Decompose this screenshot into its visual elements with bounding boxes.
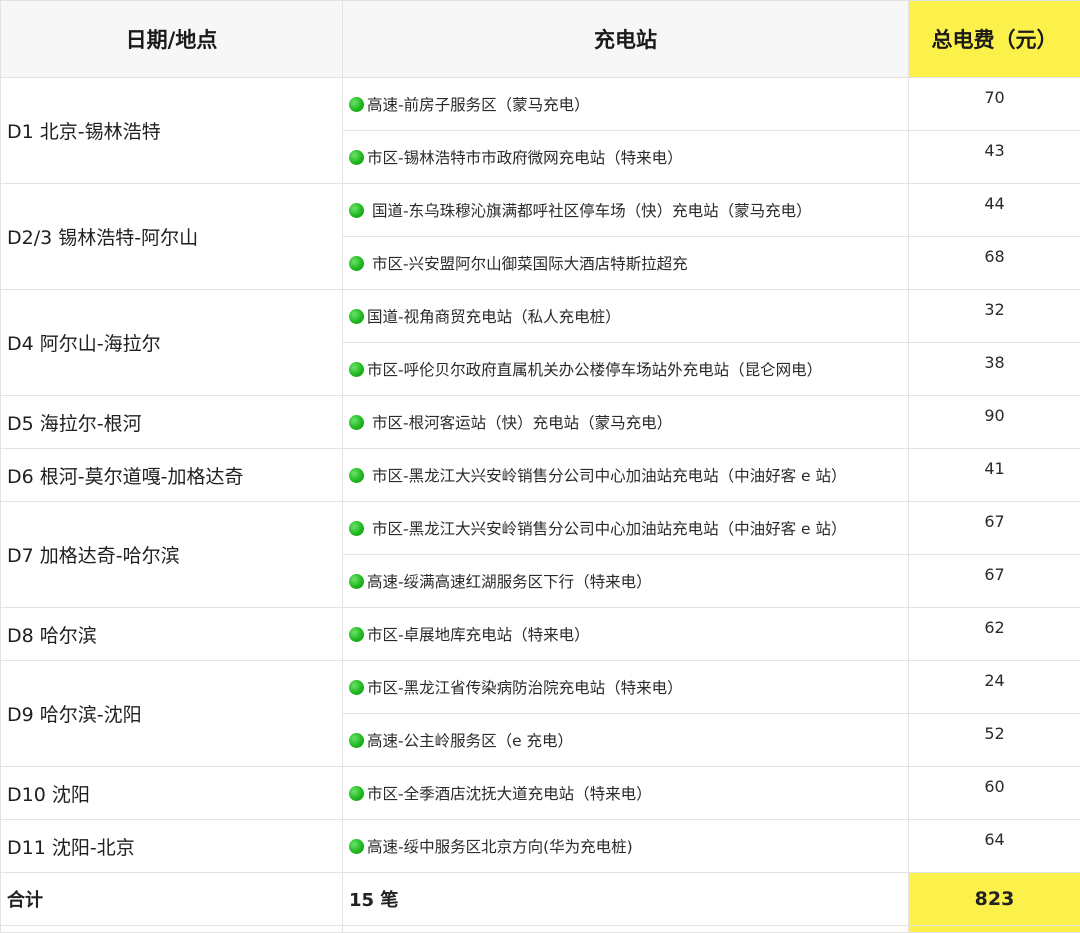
station-name: 市区-黑龙江大兴安岭销售分公司中心加油站充电站（中油好客 e 站） (372, 467, 847, 485)
station-name: 市区-黑龙江大兴安岭销售分公司中心加油站充电站（中油好客 e 站） (372, 520, 847, 538)
fee-cell: 68 (909, 237, 1080, 290)
charging-cost-table: 日期/地点 充电站 总电费（元） D1 北京-锡林浩特 高速-前房子服务区（蒙马充… (0, 0, 1080, 933)
station-cell: 高速-前房子服务区（蒙马充电） (343, 78, 909, 131)
green-circle-icon (349, 680, 364, 695)
green-circle-icon (349, 97, 364, 112)
station-cell: 市区-兴安盟阿尔山御菜国际大酒店特斯拉超充 (343, 237, 909, 290)
station-name: 市区-全季酒店沈抚大道充电站（特来电） (367, 785, 652, 803)
table-row: D6 根河-莫尔道嘎-加格达奇 市区-黑龙江大兴安岭销售分公司中心加油站充电站（中… (1, 449, 1080, 502)
green-circle-icon (349, 309, 364, 324)
fee-cell: 60 (909, 767, 1080, 820)
header-row: 日期/地点 充电站 总电费（元） (1, 1, 1080, 78)
table-row: D10 沈阳 市区-全季酒店沈抚大道充电站（特来电） 60 (1, 767, 1080, 820)
trailing-cell (343, 926, 909, 933)
day-route-cell: D7 加格达奇-哈尔滨 (1, 502, 343, 608)
table-body: D1 北京-锡林浩特 高速-前房子服务区（蒙马充电） 70 市区-锡林浩特市市政府微网… (1, 78, 1080, 873)
total-label: 合计 (1, 873, 343, 926)
fee-cell: 52 (909, 714, 1080, 767)
station-name: 市区-根河客运站（快）充电站（蒙马充电） (372, 414, 672, 432)
station-cell: 市区-黑龙江大兴安岭销售分公司中心加油站充电站（中油好客 e 站） (343, 449, 909, 502)
fee-cell: 41 (909, 449, 1080, 502)
table-row: D8 哈尔滨 市区-卓展地库充电站（特来电） 62 (1, 608, 1080, 661)
station-cell: 高速-绥满高速红湖服务区下行（特来电） (343, 555, 909, 608)
day-route-cell: D6 根河-莫尔道嘎-加格达奇 (1, 449, 343, 502)
green-circle-icon (349, 203, 364, 218)
green-circle-icon (349, 150, 364, 165)
table-row: D5 海拉尔-根河 市区-根河客运站（快）充电站（蒙马充电） 90 (1, 396, 1080, 449)
fee-cell: 90 (909, 396, 1080, 449)
station-cell: 市区-根河客运站（快）充电站（蒙马充电） (343, 396, 909, 449)
trailing-cell-highlight (909, 926, 1080, 933)
day-route-cell: D10 沈阳 (1, 767, 343, 820)
station-name: 高速-公主岭服务区（e 充电） (367, 732, 573, 750)
green-circle-icon (349, 362, 364, 377)
fee-cell: 62 (909, 608, 1080, 661)
table-row: D2/3 锡林浩特-阿尔山国道-东乌珠穆沁旗满都呼社区停车场（快）充电站（蒙马充… (1, 184, 1080, 237)
column-header-station: 充电站 (343, 1, 909, 78)
station-name: 高速-绥满高速红湖服务区下行（特来电） (367, 573, 652, 591)
station-cell: 市区-黑龙江省传染病防治院充电站（特来电） (343, 661, 909, 714)
fee-cell: 70 (909, 78, 1080, 131)
fee-cell: 44 (909, 184, 1080, 237)
day-route-cell: D2/3 锡林浩特-阿尔山 (1, 184, 343, 290)
fee-cell: 24 (909, 661, 1080, 714)
table-row: D1 北京-锡林浩特高速-前房子服务区（蒙马充电）70 (1, 78, 1080, 131)
table-row: D9 哈尔滨-沈阳市区-黑龙江省传染病防治院充电站（特来电）24 (1, 661, 1080, 714)
column-header-fee: 总电费（元） (909, 1, 1080, 78)
station-cell: 高速-绥中服务区北京方向(华为充电桩) (343, 820, 909, 873)
green-circle-icon (349, 574, 364, 589)
station-name: 高速-绥中服务区北京方向(华为充电桩) (367, 838, 633, 856)
table-row: D7 加格达奇-哈尔滨市区-黑龙江大兴安岭销售分公司中心加油站充电站（中油好客 … (1, 502, 1080, 555)
station-name: 高速-前房子服务区（蒙马充电） (367, 96, 590, 114)
table-row: D4 阿尔山-海拉尔国道-视角商贸充电站（私人充电桩）32 (1, 290, 1080, 343)
station-cell: 国道-东乌珠穆沁旗满都呼社区停车场（快）充电站（蒙马充电） (343, 184, 909, 237)
day-route-cell: D11 沈阳-北京 (1, 820, 343, 873)
total-row: 合计 15 笔 823 (1, 873, 1080, 926)
fee-cell: 67 (909, 555, 1080, 608)
table-row: D11 沈阳-北京 高速-绥中服务区北京方向(华为充电桩) 64 (1, 820, 1080, 873)
trailing-cell (1, 926, 343, 933)
day-route-cell: D8 哈尔滨 (1, 608, 343, 661)
day-route-cell: D5 海拉尔-根河 (1, 396, 343, 449)
column-header-date: 日期/地点 (1, 1, 343, 78)
station-name: 市区-黑龙江省传染病防治院充电站（特来电） (367, 679, 683, 697)
total-amount: 823 (909, 873, 1080, 926)
green-circle-icon (349, 839, 364, 854)
fee-cell: 32 (909, 290, 1080, 343)
fee-cell: 67 (909, 502, 1080, 555)
day-route-cell: D1 北京-锡林浩特 (1, 78, 343, 184)
fee-cell: 38 (909, 343, 1080, 396)
day-route-cell: D4 阿尔山-海拉尔 (1, 290, 343, 396)
fee-cell: 43 (909, 131, 1080, 184)
green-circle-icon (349, 415, 364, 430)
station-name: 市区-卓展地库充电站（特来电） (367, 626, 590, 644)
station-name: 国道-东乌珠穆沁旗满都呼社区停车场（快）充电站（蒙马充电） (372, 202, 812, 220)
station-cell: 市区-卓展地库充电站（特来电） (343, 608, 909, 661)
station-cell: 高速-公主岭服务区（e 充电） (343, 714, 909, 767)
station-cell: 市区-全季酒店沈抚大道充电站（特来电） (343, 767, 909, 820)
station-cell: 市区-黑龙江大兴安岭销售分公司中心加油站充电站（中油好客 e 站） (343, 502, 909, 555)
station-cell: 市区-锡林浩特市市政府微网充电站（特来电） (343, 131, 909, 184)
station-name: 市区-锡林浩特市市政府微网充电站（特来电） (367, 149, 683, 167)
green-circle-icon (349, 733, 364, 748)
trailing-row (1, 926, 1080, 933)
total-count: 15 笔 (343, 873, 909, 926)
station-name: 市区-兴安盟阿尔山御菜国际大酒店特斯拉超充 (372, 255, 688, 273)
station-name: 市区-呼伦贝尔政府直属机关办公楼停车场站外充电站（昆仑网电） (367, 361, 822, 379)
station-name: 国道-视角商贸充电站（私人充电桩） (367, 308, 621, 326)
green-circle-icon (349, 256, 364, 271)
station-cell: 市区-呼伦贝尔政府直属机关办公楼停车场站外充电站（昆仑网电） (343, 343, 909, 396)
green-circle-icon (349, 468, 364, 483)
day-route-cell: D9 哈尔滨-沈阳 (1, 661, 343, 767)
fee-cell: 64 (909, 820, 1080, 873)
station-cell: 国道-视角商贸充电站（私人充电桩） (343, 290, 909, 343)
green-circle-icon (349, 627, 364, 642)
green-circle-icon (349, 786, 364, 801)
green-circle-icon (349, 521, 364, 536)
